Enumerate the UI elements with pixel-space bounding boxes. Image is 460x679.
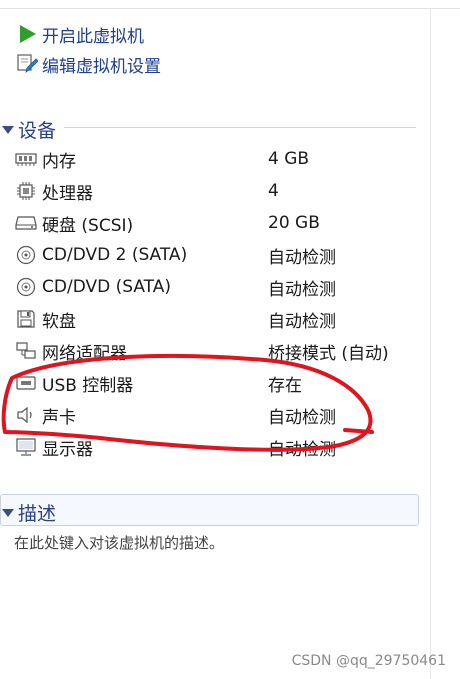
device-name: 内存 — [42, 151, 76, 172]
edit-vm-settings-label: 编辑虚拟机设置 — [42, 56, 161, 77]
sound-card-icon — [14, 403, 38, 427]
memory-icon — [14, 147, 38, 171]
devices-section-header[interactable]: 设备 — [0, 116, 56, 143]
power-on-vm-label: 开启此虚拟机 — [42, 26, 144, 47]
device-name: 声卡 — [42, 407, 76, 428]
display-icon — [14, 435, 38, 459]
edit-settings-icon — [16, 53, 38, 75]
device-row-memory[interactable]: 内存 4 GB — [14, 144, 424, 174]
collapse-triangle-icon — [0, 122, 16, 138]
device-name: 硬盘 (SCSI) — [42, 215, 134, 236]
device-value: 自动检测 — [268, 247, 336, 268]
description-placeholder[interactable]: 在此处键入对该虚拟机的描述。 — [14, 532, 224, 553]
device-value: 自动检测 — [268, 279, 336, 300]
device-value: 自动检测 — [268, 439, 336, 460]
device-name: USB 控制器 — [42, 375, 134, 396]
device-name: 处理器 — [42, 183, 93, 204]
devices-header-rule — [64, 127, 416, 128]
play-icon — [16, 23, 38, 45]
top-divider — [0, 8, 460, 9]
device-row-cd-dvd-2[interactable]: CD/DVD 2 (SATA) 自动检测 — [14, 240, 424, 270]
usb-controller-icon — [14, 371, 38, 395]
hard-disk-icon — [14, 211, 38, 235]
device-value: 存在 — [268, 375, 302, 396]
description-section-header-box — [0, 494, 419, 526]
device-value: 20 GB — [268, 213, 320, 233]
device-row-sound-card[interactable]: 声卡 自动检测 — [14, 400, 424, 430]
edit-vm-settings-link[interactable]: 编辑虚拟机设置 — [16, 52, 161, 77]
watermark: CSDN @qq_29750461 — [291, 653, 446, 669]
device-name: CD/DVD 2 (SATA) — [42, 245, 188, 265]
network-adapter-icon — [14, 339, 38, 363]
device-row-display[interactable]: 显示器 自动检测 — [14, 432, 424, 462]
description-section-header[interactable]: 描述 — [0, 499, 56, 526]
device-row-hard-disk[interactable]: 硬盘 (SCSI) 20 GB — [14, 208, 424, 238]
device-name: 显示器 — [42, 439, 93, 460]
description-section-title: 描述 — [18, 503, 57, 525]
device-name: 软盘 — [42, 311, 76, 332]
device-name: CD/DVD (SATA) — [42, 277, 171, 297]
device-value: 自动检测 — [268, 407, 336, 428]
power-on-vm-link[interactable]: 开启此虚拟机 — [16, 22, 144, 47]
device-row-usb-controller[interactable]: USB 控制器 存在 — [14, 368, 424, 398]
device-row-network-adapter[interactable]: 网络适配器 桥接模式 (自动) — [14, 336, 424, 366]
device-value: 桥接模式 (自动) — [268, 343, 389, 364]
floppy-icon — [14, 307, 38, 331]
device-value: 4 — [268, 181, 279, 201]
device-name: 网络适配器 — [42, 343, 127, 364]
collapse-triangle-icon — [0, 505, 16, 521]
device-row-floppy[interactable]: 软盘 自动检测 — [14, 304, 424, 334]
devices-section-title: 设备 — [18, 120, 57, 142]
device-row-processor[interactable]: 处理器 4 — [14, 176, 424, 206]
cd-dvd-icon — [14, 243, 38, 267]
device-value: 4 GB — [268, 149, 310, 169]
cd-dvd-icon — [14, 275, 38, 299]
device-row-cd-dvd[interactable]: CD/DVD (SATA) 自动检测 — [14, 272, 424, 302]
processor-icon — [14, 179, 38, 203]
device-value: 自动检测 — [268, 311, 336, 332]
right-divider — [430, 8, 431, 679]
